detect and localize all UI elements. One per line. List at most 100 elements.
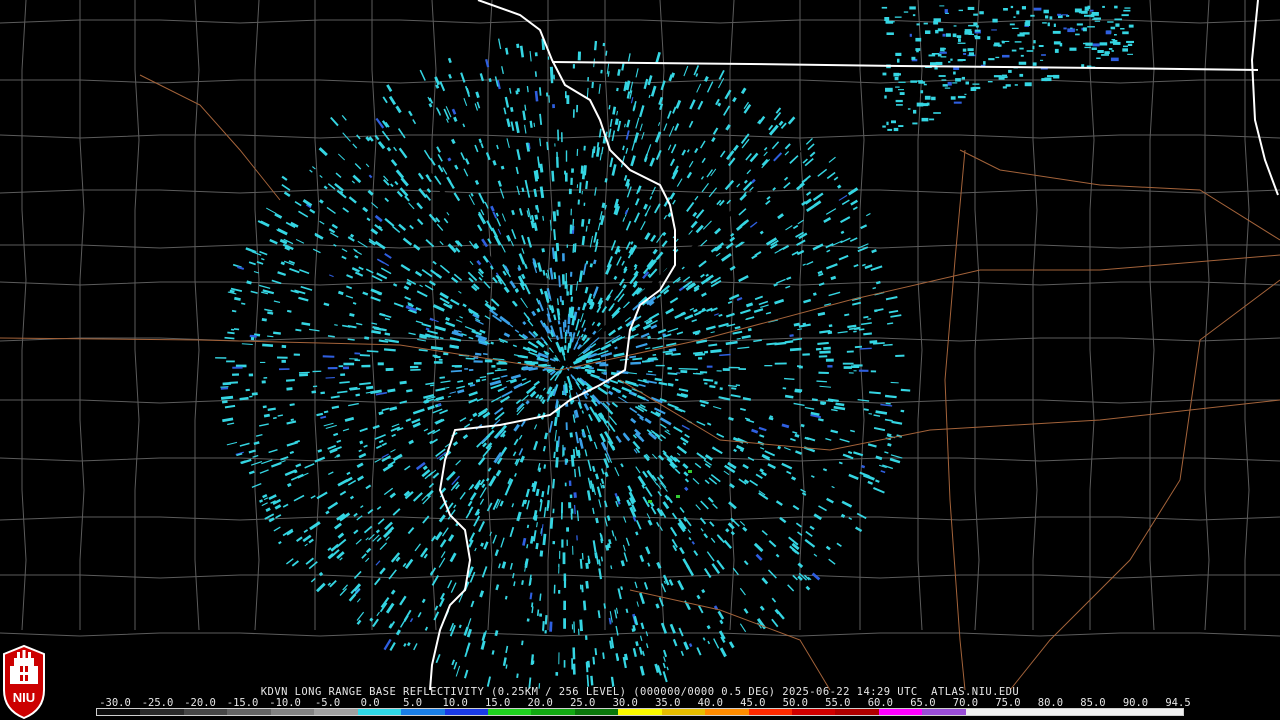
echo-speck — [764, 365, 773, 367]
echo-speck — [1070, 27, 1073, 29]
echo-speck — [603, 371, 608, 376]
echo-speck — [433, 361, 443, 364]
echo-speck — [1011, 49, 1017, 52]
echo-speck — [979, 11, 984, 15]
echo-speck — [898, 89, 904, 91]
echo-speck — [931, 53, 940, 55]
echo-speck — [1114, 18, 1122, 21]
echo-speck — [552, 508, 555, 514]
echo-speck — [1105, 30, 1112, 35]
color-segment — [1096, 709, 1140, 715]
echo-speck — [564, 331, 567, 344]
echo-speck — [1052, 30, 1061, 34]
echo-speck — [1121, 14, 1129, 17]
echo-speck — [952, 82, 958, 84]
echo-speck — [942, 47, 946, 50]
echo-speck — [929, 118, 935, 121]
echo-speck — [1001, 76, 1008, 79]
echo-speck — [572, 647, 576, 660]
color-segment — [835, 709, 879, 715]
echo-speck — [974, 29, 981, 32]
echo-speck — [931, 96, 936, 101]
echo-speck — [1019, 73, 1024, 77]
echo-speck — [917, 80, 923, 82]
echo-speck — [1016, 10, 1020, 15]
echo-speck — [952, 33, 957, 38]
echo-speck — [1108, 48, 1113, 50]
echo-speck — [473, 360, 483, 363]
echo-speck — [1026, 50, 1034, 52]
echo-speck — [1002, 41, 1005, 44]
echo-speck — [933, 21, 939, 25]
echo-speck — [260, 361, 266, 363]
echo-speck — [937, 28, 944, 32]
echo-speck — [585, 562, 589, 569]
echo-speck — [961, 77, 965, 80]
echo-speck — [1123, 9, 1131, 12]
echo-speck — [909, 33, 912, 37]
echo-speck — [569, 224, 573, 234]
echo-speck — [1025, 20, 1031, 23]
echo-speck — [782, 387, 787, 390]
echo-speck — [322, 355, 335, 358]
echo-speck — [576, 104, 579, 113]
echo-speck — [1033, 7, 1042, 11]
echo-speck — [566, 244, 569, 248]
echo-speck — [361, 364, 371, 368]
echo-speck — [583, 145, 586, 151]
echo-speck — [464, 368, 469, 370]
echo-speck — [1042, 22, 1047, 24]
color-segment — [922, 709, 966, 715]
echo-speck — [909, 6, 916, 10]
color-segment — [140, 709, 184, 715]
echo-speck — [968, 52, 974, 56]
logo-tower-left — [10, 666, 16, 684]
echo-speck — [939, 51, 947, 54]
echo-speck — [587, 77, 589, 82]
echo-speck — [1114, 5, 1118, 9]
echo-speck — [802, 353, 810, 356]
echo-speck — [572, 663, 576, 675]
echo-speck — [688, 470, 692, 473]
echo-speck — [886, 121, 889, 126]
echo-speck — [226, 360, 235, 363]
echo-speck — [910, 80, 917, 83]
echo-speck — [263, 377, 268, 379]
echo-speck — [1110, 26, 1116, 30]
echo-speck — [1085, 42, 1093, 46]
echo-speck — [1057, 13, 1062, 16]
echo-speck — [885, 87, 893, 92]
echo-speck — [561, 274, 565, 285]
echo-speck — [923, 22, 928, 25]
echo-speck — [915, 37, 922, 42]
echo-speck — [1111, 50, 1114, 52]
color-segment — [357, 709, 402, 715]
echo-speck — [409, 365, 419, 369]
echo-speck — [232, 366, 243, 369]
color-segment — [444, 709, 488, 715]
echo-speck — [1093, 17, 1101, 20]
echo-speck — [413, 362, 422, 365]
echo-speck — [558, 589, 561, 594]
echo-speck — [991, 29, 997, 31]
echo-speck — [973, 13, 978, 16]
echo-speck — [987, 36, 991, 40]
echo-speck — [964, 29, 972, 32]
echo-speck — [558, 652, 560, 665]
echo-speck — [722, 368, 730, 372]
echo-speck — [1043, 9, 1049, 14]
echo-speck — [1087, 26, 1095, 28]
echo-speck — [599, 363, 609, 367]
color-segment — [618, 709, 662, 715]
echo-speck — [1030, 14, 1035, 17]
echo-speck — [572, 64, 575, 69]
echo-speck — [565, 91, 567, 99]
echo-speck — [342, 366, 350, 370]
echo-speck — [655, 364, 665, 367]
echo-speck — [1003, 8, 1008, 11]
echo-speck — [825, 358, 834, 362]
echo-speck — [843, 366, 852, 369]
echo-speck — [1091, 47, 1097, 50]
echo-speck — [704, 350, 709, 354]
echo-speck — [1075, 29, 1078, 31]
